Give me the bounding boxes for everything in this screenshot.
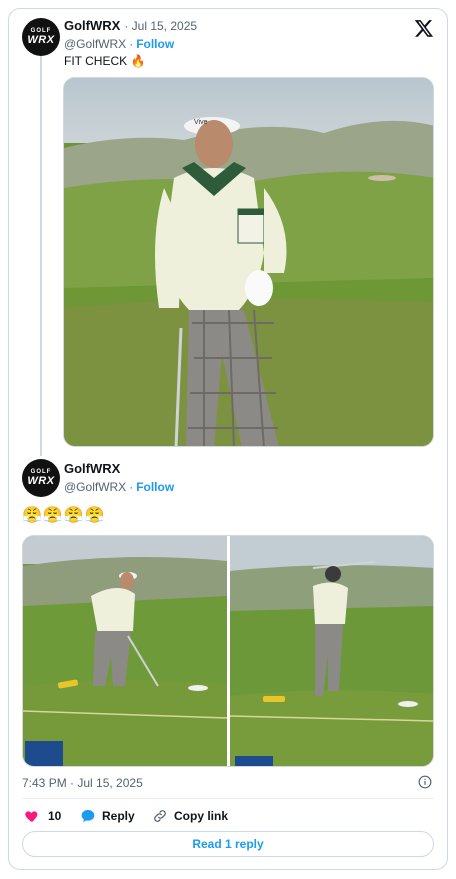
swing-photo-follow-through[interactable] [229, 536, 434, 767]
visor-logo-text: Vive [194, 119, 208, 126]
follow-button[interactable]: Follow [136, 480, 174, 494]
tweet-media-grid [22, 535, 434, 767]
avatar[interactable]: GOLF WRX [22, 18, 60, 56]
golfer-fit-photo: Vive [64, 78, 433, 446]
like-button[interactable]: 10 [24, 808, 61, 824]
tweet-header: GolfWRX · Jul 15, 2025 [64, 18, 197, 33]
tweet-header: GolfWRX [64, 461, 120, 476]
author-handle[interactable]: @GolfWRX [64, 480, 126, 494]
author-name[interactable]: GolfWRX [64, 18, 120, 33]
reply-bubble-icon [81, 810, 95, 822]
follow-button[interactable]: Follow [136, 37, 174, 51]
handle-row: @GolfWRX · Follow [64, 480, 174, 494]
handle-row: @GolfWRX · Follow [64, 37, 174, 51]
avatar[interactable]: GOLF WRX [22, 459, 60, 497]
x-logo-icon[interactable] [414, 18, 434, 38]
read-replies-label: Read 1 reply [192, 837, 264, 851]
copy-link-button[interactable]: Copy link [152, 808, 228, 824]
tweet-text: 😤😤😤😤 [22, 507, 106, 524]
divider [22, 798, 434, 799]
copy-link-label: Copy link [174, 809, 229, 823]
heart-icon [25, 811, 38, 822]
reply-label: Reply [102, 809, 135, 823]
info-icon[interactable] [418, 775, 432, 789]
tweet-text: FIT CHECK 🔥 [64, 54, 146, 68]
read-replies-button[interactable]: Read 1 reply [22, 831, 434, 857]
like-count: 10 [48, 809, 62, 823]
separator-dot: · [129, 480, 134, 494]
author-name[interactable]: GolfWRX [64, 461, 120, 476]
link-icon [154, 810, 166, 822]
author-handle[interactable]: @GolfWRX [64, 37, 126, 51]
swing-photo-address[interactable] [23, 536, 228, 767]
separator-dot: · [129, 37, 134, 51]
thread-connector-line [40, 56, 42, 456]
tweet-photo[interactable]: Vive [63, 77, 434, 447]
golf-swing-photos [23, 536, 434, 767]
tweet-timestamp[interactable]: 7:43 PM · Jul 15, 2025 [22, 776, 143, 790]
reply-button[interactable]: Reply [80, 808, 135, 824]
tweet-date[interactable]: · Jul 15, 2025 [124, 19, 197, 33]
